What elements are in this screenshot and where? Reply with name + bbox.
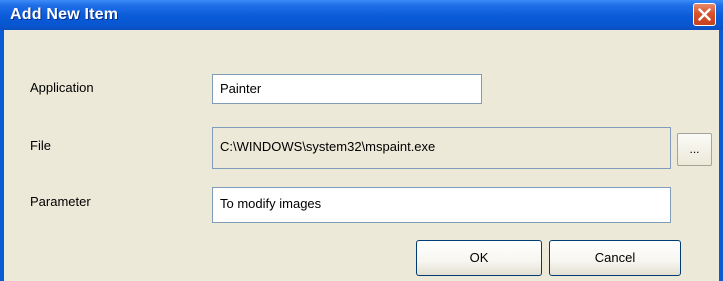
ok-button[interactable]: OK [416,240,542,276]
dialog-window: Add New Item Application Painter File C:… [0,0,723,281]
application-label: Application [30,80,94,95]
close-icon [698,8,711,21]
dialog-title: Add New Item [10,6,119,23]
parameter-field[interactable]: To modify images [212,187,671,223]
dialog-body: Application Painter File C:\WINDOWS\syst… [4,30,719,281]
file-label: File [30,138,51,153]
cancel-button[interactable]: Cancel [549,240,681,276]
application-field[interactable]: Painter [212,74,482,104]
browse-button[interactable]: ... [677,133,712,166]
file-path-field[interactable]: C:\WINDOWS\system32\mspaint.exe [212,127,671,169]
close-button[interactable] [693,3,716,26]
title-bar[interactable]: Add New Item [0,0,723,30]
parameter-label: Parameter [30,194,91,209]
